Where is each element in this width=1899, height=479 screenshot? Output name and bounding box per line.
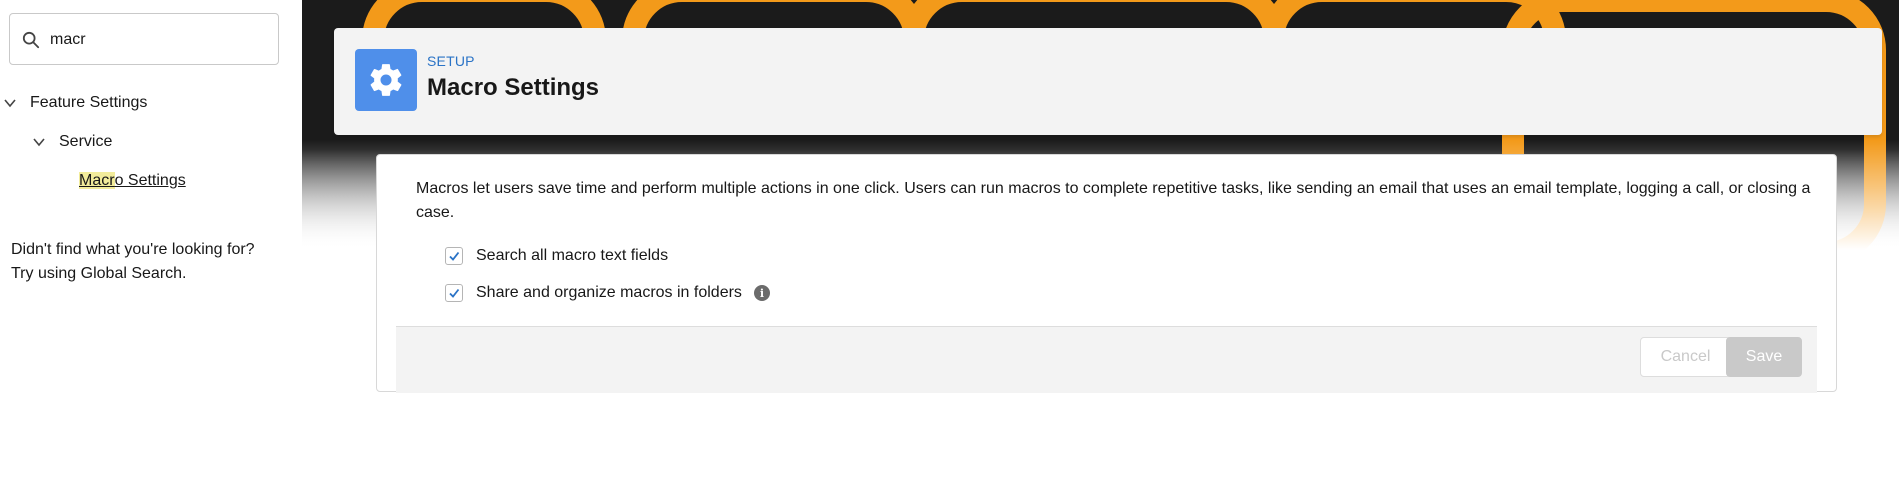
setup-sidebar: Feature Settings Service Macro Settings …	[0, 0, 302, 479]
macro-settings-link[interactable]: Macro Settings	[79, 172, 186, 190]
settings-description: Macros let users save time and perform m…	[416, 180, 1811, 221]
checkbox-label: Search all macro text fields	[476, 247, 669, 264]
chevron-down-icon[interactable]	[2, 95, 18, 111]
no-results-line: Didn't find what you're looking for?	[11, 241, 255, 258]
tree-item-label: Feature Settings	[30, 94, 148, 111]
breadcrumb-setup: SETUP	[427, 53, 475, 69]
no-results-hint: Didn't find what you're looking for? Try…	[11, 238, 255, 286]
chevron-down-icon[interactable]	[31, 134, 47, 150]
cancel-button[interactable]: Cancel	[1640, 337, 1731, 377]
tree-item-label: Service	[59, 133, 113, 150]
option-search-all-macro-text-fields: Search all macro text fields	[445, 247, 668, 265]
quick-find-input[interactable]	[48, 24, 272, 56]
checkmark-icon	[449, 251, 460, 261]
checkbox-label: Share and organize macros in folders	[476, 284, 742, 301]
quick-find-search[interactable]	[9, 13, 279, 65]
checkbox-share-organize-folders[interactable]	[445, 284, 463, 302]
page-header: SETUP Macro Settings	[334, 28, 1882, 135]
tree-item-feature-settings[interactable]: Feature Settings	[2, 94, 147, 112]
checkmark-icon	[449, 288, 460, 298]
link-label-rest: o Settings	[114, 172, 186, 189]
global-search-hint: Try using Global Search.	[11, 265, 187, 282]
form-footer: Cancel Save	[396, 326, 1817, 393]
tree-item-service[interactable]: Service	[31, 133, 112, 151]
option-share-organize-folders: Share and organize macros in folders i	[445, 284, 770, 302]
tree-item-macro-settings[interactable]: Macro Settings	[79, 172, 186, 190]
gear-icon	[370, 64, 402, 96]
save-button[interactable]: Save	[1726, 337, 1802, 377]
search-match-highlight: Macr	[79, 172, 115, 189]
macro-settings-panel: Macros let users save time and perform m…	[376, 154, 1837, 393]
search-icon	[22, 31, 40, 49]
info-icon[interactable]: i	[753, 285, 770, 301]
setup-icon-tile	[355, 49, 417, 111]
checkbox-search-all-macro-text-fields[interactable]	[445, 247, 463, 265]
page-title: Macro Settings	[427, 74, 600, 101]
